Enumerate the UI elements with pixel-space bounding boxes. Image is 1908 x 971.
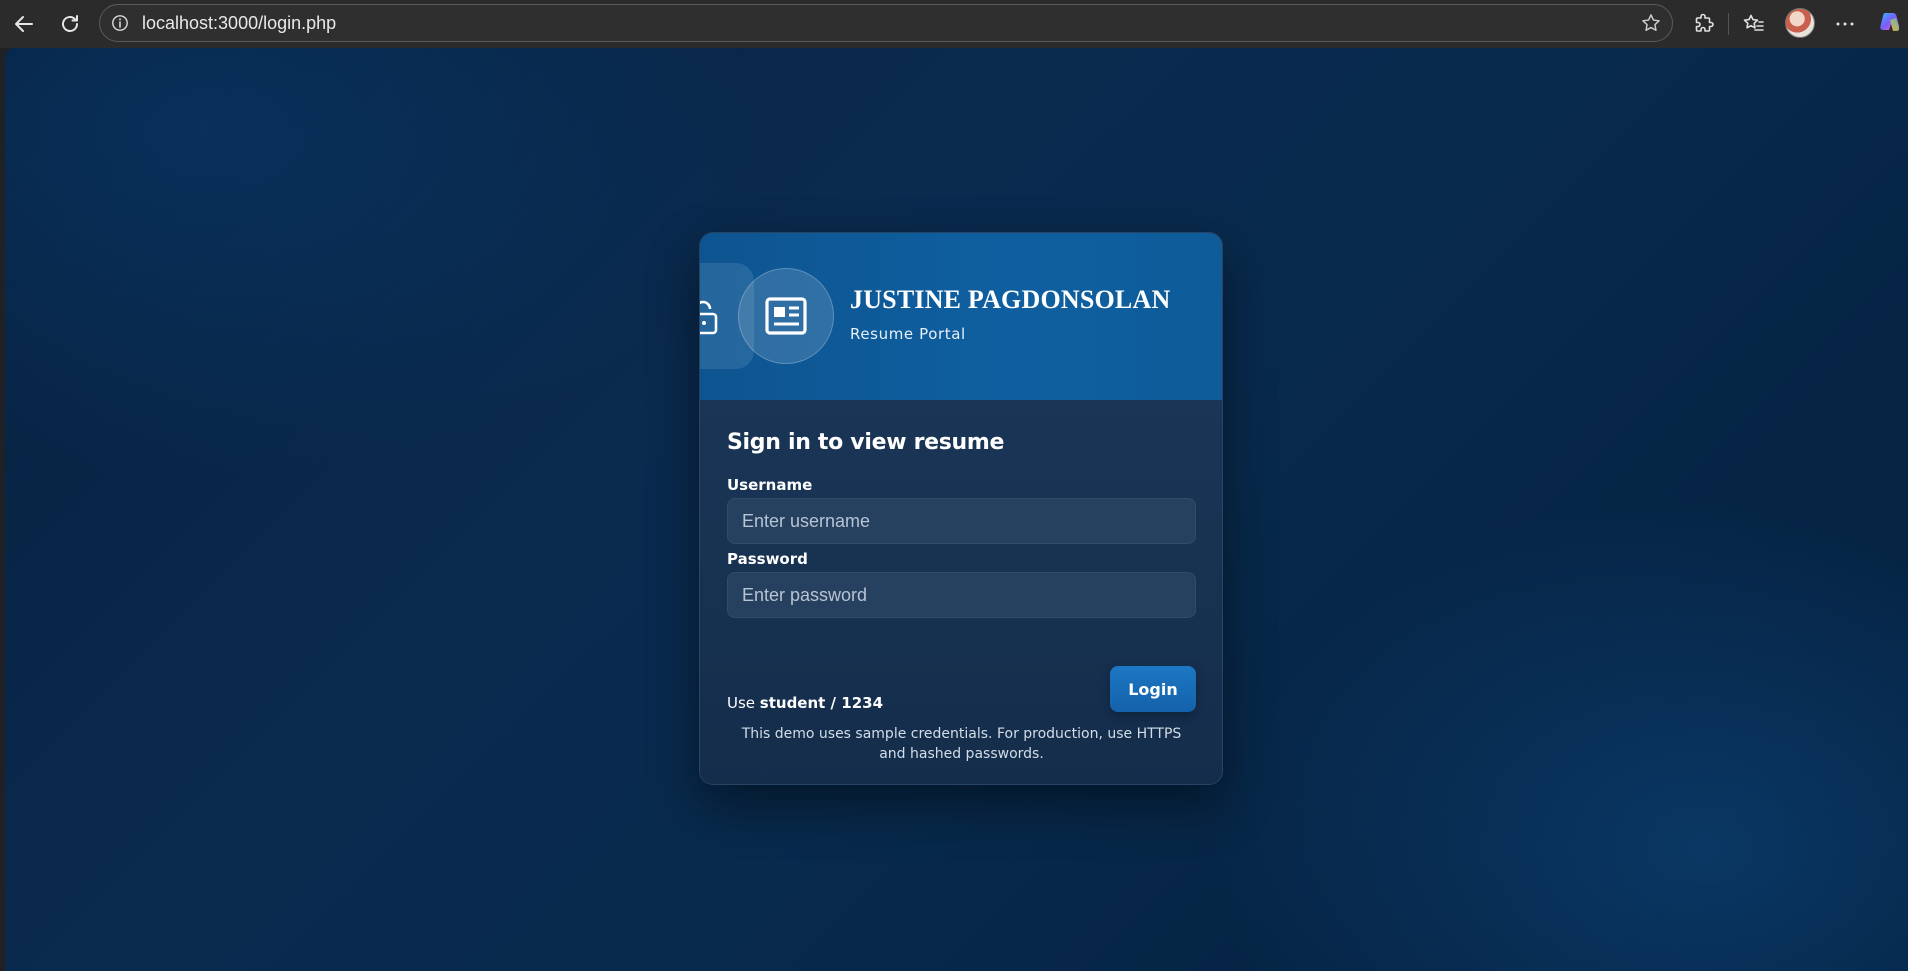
info-icon[interactable] (110, 13, 130, 33)
brand-subtitle: Resume Portal (850, 325, 966, 343)
extensions-button[interactable] (1686, 6, 1722, 42)
reload-button[interactable] (52, 6, 88, 42)
password-input[interactable] (727, 572, 1196, 618)
star-icon[interactable] (1640, 12, 1662, 34)
card-header: JUSTINE PAGDONSOLAN Resume Portal (700, 233, 1222, 400)
logo-badge (738, 268, 834, 364)
password-label: Password (727, 550, 808, 568)
login-card: JUSTINE PAGDONSOLAN Resume Portal Sign i… (699, 232, 1223, 785)
login-button[interactable]: Login (1110, 666, 1196, 712)
favorites-icon (1743, 14, 1764, 31)
copilot-icon[interactable] (1877, 10, 1903, 36)
brand-name: JUSTINE PAGDONSOLAN (850, 285, 1171, 314)
more-icon (1836, 22, 1854, 26)
page-viewport: JUSTINE PAGDONSOLAN Resume Portal Sign i… (5, 48, 1908, 971)
form-title: Sign in to view resume (727, 430, 1005, 455)
address-bar[interactable]: localhost:3000/login.php (99, 4, 1673, 42)
back-arrow-icon (15, 16, 33, 32)
toolbar-divider (1728, 13, 1729, 35)
hint-prefix: Use (727, 694, 760, 712)
login-form: Sign in to view resume Username Password… (700, 400, 1222, 784)
hint-credentials: student / 1234 (759, 694, 884, 712)
avatar[interactable] (1785, 8, 1815, 38)
newspaper-icon (765, 297, 807, 335)
puzzle-icon (1695, 13, 1714, 32)
back-button[interactable] (6, 6, 42, 42)
credentials-hint: Use student / 1234 (727, 694, 883, 712)
username-label: Username (727, 476, 813, 494)
reload-icon (62, 15, 78, 32)
demo-note: This demo uses sample credentials. For p… (741, 726, 1182, 762)
favorites-button[interactable] (1736, 6, 1772, 42)
username-input[interactable] (727, 498, 1196, 544)
more-menu-button[interactable] (1827, 6, 1863, 42)
lock-icon (700, 300, 718, 335)
browser-toolbar: localhost:3000/login.php (0, 0, 1908, 48)
url-text[interactable]: localhost:3000/login.php (142, 5, 336, 41)
